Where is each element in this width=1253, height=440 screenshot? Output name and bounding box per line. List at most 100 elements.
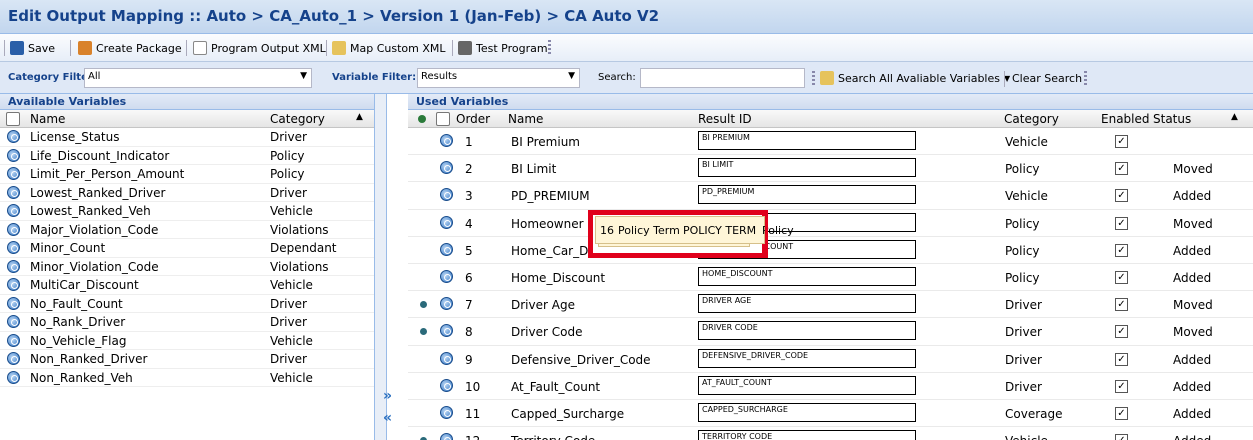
test-program-button[interactable]: Test Program	[458, 38, 548, 58]
move-right-icon[interactable]: »	[383, 388, 392, 404]
category-cell: Driver	[1005, 298, 1042, 313]
variable-name: License_Status	[30, 130, 120, 144]
available-variables-panel: Available Variables Name Category ▲ Lice…	[0, 94, 375, 440]
used-variable-row[interactable]: 6 Home_Discount HOME_DISCOUNT Policy ✓ Added	[408, 264, 1253, 292]
used-variable-row[interactable]: 7 Driver Age DRIVER AGE Driver ✓ Moved	[408, 291, 1253, 319]
category-filter-select[interactable]: All ▼	[84, 68, 312, 88]
variable-name: No_Rank_Driver	[30, 315, 126, 329]
col-result-id[interactable]: Result ID	[698, 112, 752, 126]
col-category[interactable]: Category	[270, 112, 325, 126]
col-name[interactable]: Name	[30, 112, 65, 126]
enabled-checkbox[interactable]: ✓	[1115, 352, 1128, 366]
used-variable-row[interactable]: 2 BI Limit BI LIMIT Policy ✓ Moved	[408, 155, 1253, 183]
result-id-input[interactable]: TERRITORY CODE	[698, 430, 916, 440]
used-header-row: Order Name Result ID Category Enabled St…	[408, 110, 1253, 128]
enabled-checkbox[interactable]: ✓	[1115, 298, 1128, 312]
status-cell: Added	[1173, 243, 1212, 258]
sort-asc-icon[interactable]: ▲	[356, 112, 363, 122]
available-variable-row[interactable]: Lowest_Ranked_Driver Driver	[0, 184, 374, 202]
order-cell: 4	[465, 216, 473, 231]
available-variable-row[interactable]: Minor_Violation_Code Violations	[0, 258, 374, 276]
available-variable-row[interactable]: License_Status Driver	[0, 128, 374, 147]
status-cell: Moved	[1173, 162, 1213, 177]
variable-category: Violations	[270, 259, 329, 274]
variable-icon	[440, 269, 453, 283]
enabled-checkbox[interactable]: ✓	[1115, 270, 1128, 284]
used-variable-row[interactable]: 4 Homeowner Policy ✓ Moved	[408, 210, 1253, 237]
variable-icon	[7, 352, 20, 365]
col-category[interactable]: Category	[1004, 112, 1059, 126]
variable-name: Life_Discount_Indicator	[30, 148, 170, 163]
search-all-button[interactable]: Search All Avaliable Variables ▼	[820, 68, 1010, 88]
result-id-input[interactable]: AT_FAULT_COUNT	[698, 375, 916, 395]
variable-category: Driver	[270, 130, 307, 144]
enabled-checkbox[interactable]: ✓	[1115, 162, 1128, 176]
map-icon	[332, 41, 346, 55]
available-variable-row[interactable]: No_Vehicle_Flag Vehicle	[0, 332, 374, 350]
enabled-checkbox[interactable]: ✓	[1115, 243, 1128, 257]
map-custom-xml-button[interactable]: Map Custom XML	[332, 38, 446, 58]
variable-name: Minor_Count	[30, 241, 106, 255]
col-enabled[interactable]: Enabled	[1101, 112, 1150, 126]
variable-category: Policy	[270, 167, 305, 181]
available-variable-row[interactable]: No_Rank_Driver Driver	[0, 313, 374, 332]
available-variable-row[interactable]: Major_Violation_Code Violations	[0, 221, 374, 239]
name-cell: BI Limit	[511, 162, 557, 177]
enabled-checkbox[interactable]: ✓	[1115, 406, 1128, 420]
enabled-checkbox[interactable]: ✓	[1115, 216, 1128, 230]
result-id-input[interactable]: DEFENSIVE_DRIVER_CODE	[698, 348, 916, 368]
result-id-input[interactable]: PD_PREMIUM	[698, 185, 916, 205]
move-left-icon[interactable]: «	[383, 410, 392, 426]
variable-icon	[7, 278, 20, 291]
save-button[interactable]: Save	[10, 38, 55, 58]
variable-icon	[440, 324, 453, 338]
variable-filter-select[interactable]: Results ▼	[417, 68, 580, 88]
available-variable-row[interactable]: Non_Ranked_Veh Vehicle	[0, 369, 374, 387]
available-variable-row[interactable]: Life_Discount_Indicator Policy	[0, 147, 374, 165]
enabled-checkbox[interactable]: ✓	[1115, 434, 1128, 440]
col-order[interactable]: Order	[456, 112, 490, 126]
available-variable-row[interactable]: Limit_Per_Person_Amount Policy	[0, 165, 374, 184]
col-status[interactable]: Status	[1153, 112, 1191, 126]
order-cell: 11	[465, 406, 481, 421]
result-id-input[interactable]: CAPPED_SURCHARGE	[698, 402, 916, 422]
create-package-button[interactable]: Create Package	[78, 38, 182, 58]
used-variable-row[interactable]: 5Home_Car_DiscountHOME_CAR_DISCOUNTPolic…	[408, 237, 1253, 264]
result-id-input[interactable]: BI LIMIT	[698, 158, 916, 178]
status-cell: Added	[1173, 434, 1211, 440]
enabled-checkbox[interactable]: ✓	[1115, 135, 1128, 148]
category-cell: Driver	[1005, 379, 1042, 394]
program-output-xml-button[interactable]: Program Output XML	[193, 38, 326, 58]
used-variable-row[interactable]: 12 Territory Code TERRITORY CODE Vehicle ✓ Ad…	[408, 427, 1253, 440]
result-id-input[interactable]: DRIVER AGE	[698, 294, 916, 314]
used-variable-row[interactable]: 9 Defensive_Driver_Code DEFENSIVE_DRIVER_C…	[408, 346, 1253, 373]
result-id-input[interactable]: DRIVER CODE	[698, 321, 916, 341]
used-variable-row[interactable]: 11 Capped_Surcharge CAPPED_SURCHARGE Covera…	[408, 400, 1253, 428]
variable-name: MultiCar_Discount	[30, 278, 139, 292]
order-cell: 6	[465, 270, 473, 285]
clear-search-button[interactable]: Clear Search	[1012, 68, 1082, 88]
save-icon	[10, 41, 24, 55]
variable-icon	[7, 167, 20, 180]
variable-icon	[440, 297, 453, 311]
status-dot-icon	[418, 115, 426, 123]
result-id-input[interactable]: BI PREMIUM	[698, 131, 916, 150]
col-name[interactable]: Name	[508, 112, 543, 126]
available-variable-row[interactable]: Minor_Count Dependant	[0, 239, 374, 258]
available-variable-row[interactable]: Non_Ranked_Driver Driver	[0, 350, 374, 369]
used-variable-row[interactable]: 8 Driver Code DRIVER CODE Driver ✓ Moved	[408, 318, 1253, 346]
available-variable-row[interactable]: Lowest_Ranked_Veh Vehicle	[0, 202, 374, 221]
variable-name: Lowest_Ranked_Driver	[30, 185, 166, 200]
search-input[interactable]	[640, 68, 805, 88]
enabled-checkbox[interactable]: ✓	[1115, 325, 1128, 339]
result-id-input[interactable]: HOME_DISCOUNT	[698, 266, 916, 286]
available-variable-row[interactable]: MultiCar_Discount Vehicle	[0, 276, 374, 295]
used-variable-row[interactable]: 10 At_Fault_Count AT_FAULT_COUNT Driver ✓ Add…	[408, 373, 1253, 400]
used-variable-row[interactable]: 1 BI Premium BI PREMIUM Vehicle ✓	[408, 128, 1253, 156]
available-variable-row[interactable]: No_Fault_Count Driver	[0, 295, 374, 313]
used-variable-row[interactable]: 3 PD_PREMIUM PD_PREMIUM Vehicle ✓ Added	[408, 182, 1253, 210]
enabled-checkbox[interactable]: ✓	[1115, 189, 1128, 203]
sort-asc-icon[interactable]: ▲	[1231, 112, 1238, 122]
variable-name: Limit_Per_Person_Amount	[30, 167, 185, 181]
enabled-checkbox[interactable]: ✓	[1115, 379, 1128, 393]
